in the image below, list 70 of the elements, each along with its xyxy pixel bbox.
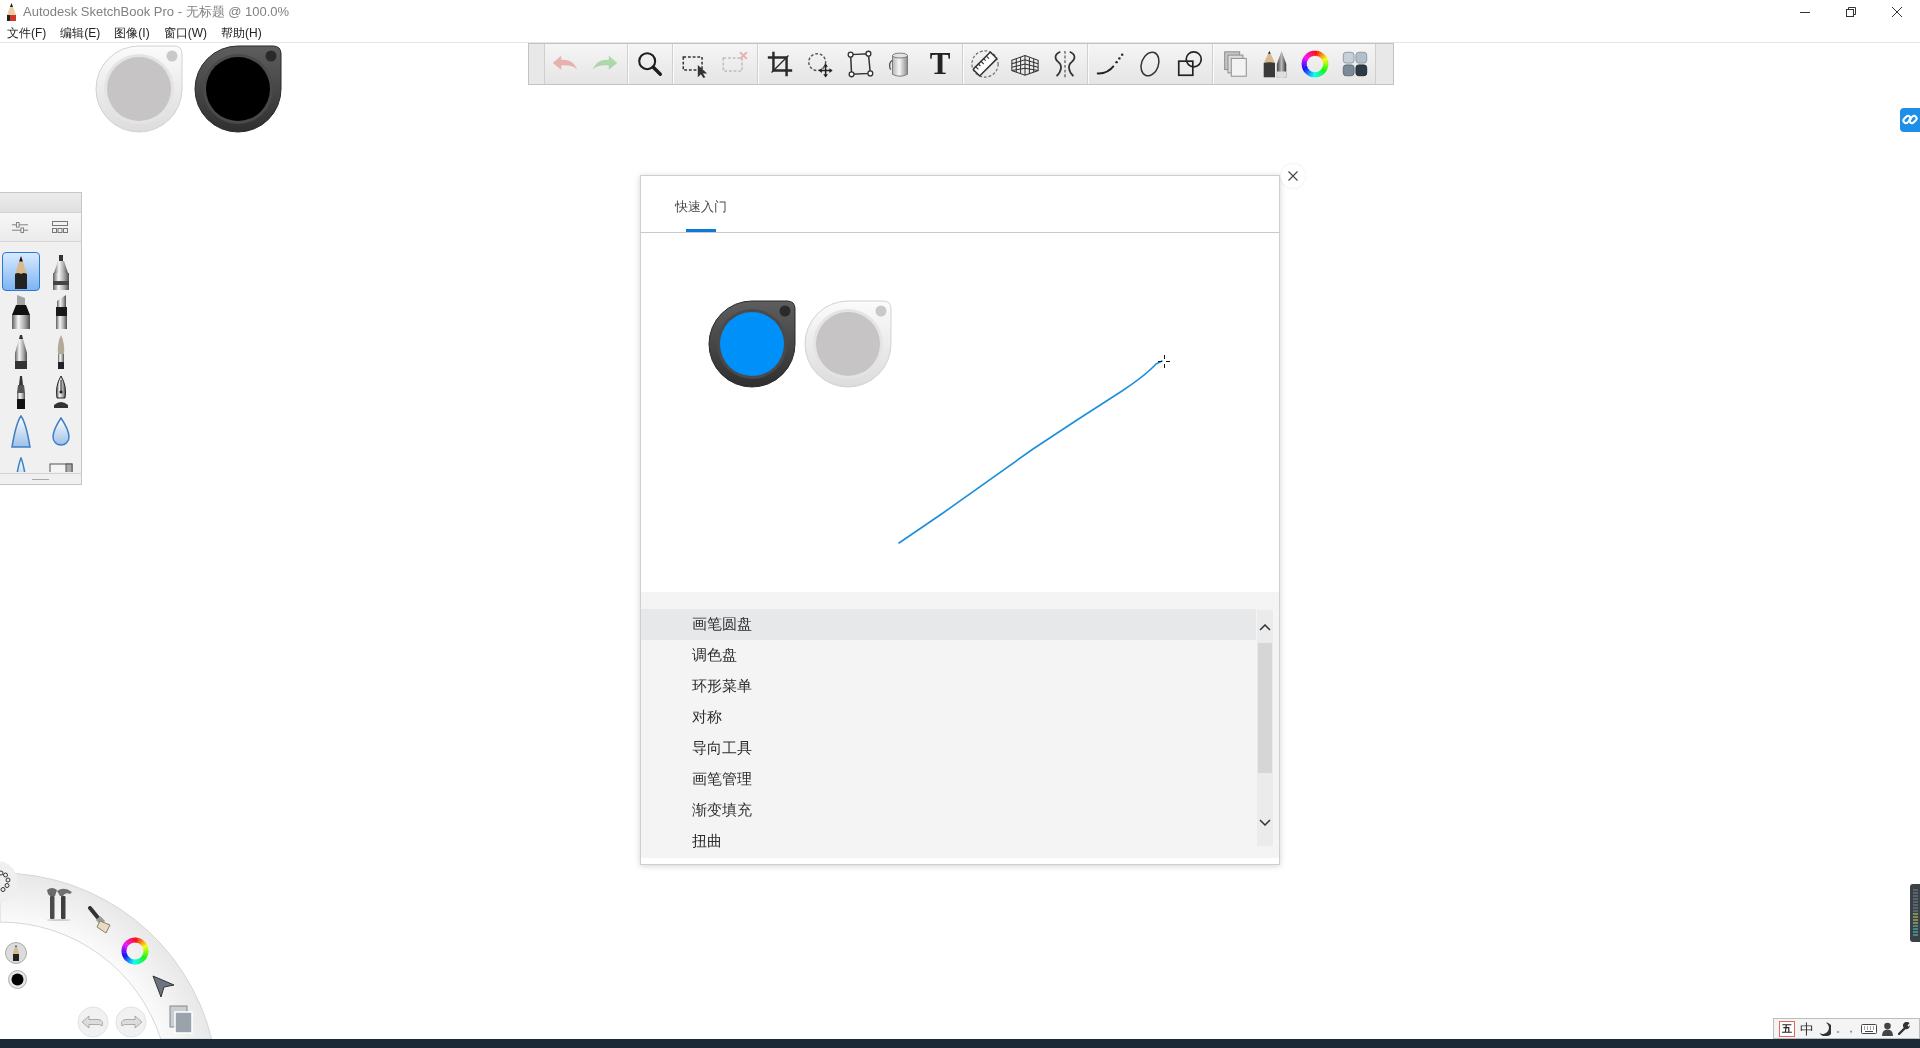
level-meter-icon xyxy=(1910,884,1920,942)
color-wheel-icon[interactable] xyxy=(1300,49,1330,79)
fountain-pen-nib-icon xyxy=(53,374,69,409)
corner-dot-icon xyxy=(265,50,277,62)
paintbrush-icon xyxy=(57,334,65,369)
marker-icon xyxy=(52,253,70,290)
list-item[interactable]: 画笔管理 xyxy=(641,764,1256,795)
language-mode-toggle[interactable]: 中 xyxy=(1800,1021,1814,1036)
menu-item[interactable]: 帮助(H) xyxy=(214,24,269,42)
wrench-icon[interactable] xyxy=(1898,1022,1911,1035)
menu-item[interactable]: 编辑(E) xyxy=(53,24,108,42)
water-drop-icon xyxy=(52,417,70,446)
sliders-icon[interactable] xyxy=(11,220,29,234)
user-icon[interactable] xyxy=(1882,1021,1893,1036)
grip-handle[interactable] xyxy=(32,478,49,480)
restore-icon[interactable] xyxy=(1846,7,1856,17)
keyboard-icon[interactable] xyxy=(1861,1023,1877,1034)
search-icon[interactable] xyxy=(635,49,665,79)
toolbar-handle[interactable] xyxy=(1375,44,1393,84)
chisel-marker-icon xyxy=(54,294,68,329)
chisel-marker-icon xyxy=(11,294,31,329)
eraser-icon xyxy=(49,463,73,472)
chevron-down-icon[interactable] xyxy=(1259,819,1271,826)
triangle-brush-icon xyxy=(11,415,31,448)
list-item[interactable]: 画笔圆盘 xyxy=(641,609,1256,640)
list-item[interactable]: 扭曲 xyxy=(641,826,1256,857)
transform-icon[interactable] xyxy=(845,49,875,79)
pencil-icon[interactable] xyxy=(5,942,27,964)
tab[interactable]: 快速入门 xyxy=(675,176,727,232)
text-tool-button[interactable]: T xyxy=(929,48,951,80)
pencil-icon xyxy=(14,254,28,289)
color-puck[interactable] xyxy=(194,45,282,133)
list-item[interactable]: 渐变填充 xyxy=(641,795,1256,826)
close-icon[interactable] xyxy=(1892,7,1902,17)
ballpoint-pen-icon xyxy=(14,334,28,369)
moon-icon[interactable] xyxy=(1819,1021,1831,1036)
brush-button[interactable] xyxy=(2,252,40,291)
scrollbar-thumb[interactable] xyxy=(1258,643,1272,773)
app-icon xyxy=(6,3,17,21)
list-item[interactable]: 调色盘 xyxy=(641,640,1256,671)
close-button[interactable] xyxy=(1281,164,1305,188)
color-dot-icon[interactable] xyxy=(8,970,27,989)
fineliner-icon xyxy=(16,374,26,409)
list-item[interactable]: 对称 xyxy=(641,702,1256,733)
toolbar-handle[interactable] xyxy=(529,44,545,84)
corner-dot-icon xyxy=(875,305,887,317)
menu-item[interactable]: 文件(F) xyxy=(0,24,54,42)
window-title: Autodesk SketchBook Pro - 无标题 @ 100.0% xyxy=(23,3,290,21)
color-wheel-icon[interactable] xyxy=(120,936,150,966)
crop-icon[interactable] xyxy=(765,49,795,79)
swatches-icon[interactable] xyxy=(1340,49,1370,79)
input-method-logo[interactable]: 五 xyxy=(1779,1020,1795,1037)
cursor-arrow-icon[interactable] xyxy=(150,973,176,999)
menu-item[interactable]: 图像(I) xyxy=(107,24,157,42)
layout-icon[interactable] xyxy=(52,221,68,233)
menu-item[interactable]: 窗口(W) xyxy=(156,24,214,42)
corner-dot-icon xyxy=(166,50,178,62)
list-item[interactable]: 环形菜单 xyxy=(641,671,1256,702)
link-icon[interactable] xyxy=(1900,108,1920,132)
dotted-ring-icon[interactable] xyxy=(0,860,19,904)
list-item[interactable]: 导向工具 xyxy=(641,733,1256,764)
corner-dot-icon xyxy=(779,305,791,317)
triangle-brush-icon xyxy=(16,457,26,472)
punctuation-mode-toggle[interactable]: 。， xyxy=(1836,1023,1856,1034)
crosshair-cursor-icon xyxy=(1157,354,1171,369)
close-icon xyxy=(1288,171,1298,181)
tools-icon[interactable] xyxy=(45,887,73,921)
scrollbar[interactable] xyxy=(1257,610,1273,846)
chevron-up-icon[interactable] xyxy=(1259,624,1271,631)
shapes-icon[interactable] xyxy=(1175,49,1205,79)
